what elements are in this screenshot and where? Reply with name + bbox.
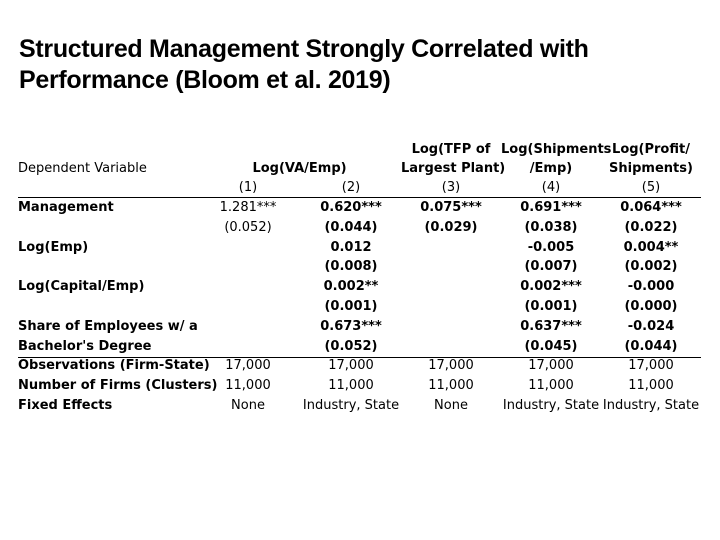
cell-col1: 11,000 (225, 378, 271, 394)
header-col5-line2: Shipments) (609, 161, 693, 176)
column-number-2: (2) (341, 180, 361, 195)
cell-col5: (0.044) (624, 338, 678, 354)
cell-col5: 0.004** (623, 239, 679, 255)
table-row: (0.001) (0.001) (0.000) (18, 297, 701, 317)
cell-col4: 0.637*** (520, 318, 582, 334)
cell-col5: (0.000) (624, 299, 678, 314)
table-row: Observations (Firm-State) 17,000 17,000 17,… (18, 356, 701, 376)
column-numbers-row: (1) (2) (3) (4) (5) (18, 178, 701, 198)
cell-col3: (0.029) (424, 219, 478, 235)
cell-col2: Industry, State (302, 398, 400, 413)
row-label: Fixed Effects (18, 398, 113, 413)
row-label: Log(Emp) (18, 239, 89, 255)
table-row: Log(Capital/Emp) 0.002** 0.002*** -0.000 (18, 277, 701, 297)
title-line-2: Performance (Bloom et al. 2019) (19, 66, 391, 94)
row-label: Observations (Firm-State) (18, 358, 210, 374)
cell-col4: -0.005 (527, 239, 575, 255)
cell-col2: 0.673*** (320, 318, 382, 334)
cell-col5: -0.024 (627, 318, 675, 334)
row-label: Management (18, 200, 114, 215)
cell-col1: None (231, 398, 265, 413)
cell-col3: 17,000 (428, 358, 474, 374)
cell-col2: 11,000 (328, 378, 374, 394)
row-label: Bachelor's Degree (18, 338, 152, 354)
header-row-1: Log(TFP of Log(Shipments Log(Profit/ (18, 140, 701, 160)
cell-col4: (0.045) (524, 338, 578, 354)
cell-col5: 11,000 (628, 378, 674, 394)
header-col3-line2: Largest Plant) (401, 161, 506, 176)
cell-col1: 1.281*** (219, 200, 277, 215)
dependent-variable-label: Dependent Variable (18, 161, 147, 176)
column-number-4: (4) (541, 180, 561, 195)
table-row: (0.052) (0.044) (0.029) (0.038) (0.022) (18, 218, 701, 238)
row-label: Share of Employees w/ a (18, 318, 198, 334)
column-number-1: (1) (238, 180, 258, 195)
cell-col5: -0.000 (627, 279, 675, 295)
table-row: Log(Emp) 0.012 -0.005 0.004** (18, 238, 701, 258)
cell-col4: (0.001) (524, 299, 578, 314)
cell-col2: (0.008) (324, 259, 378, 275)
cell-col5: 17,000 (628, 358, 674, 374)
table-row: Share of Employees w/ a 0.673*** 0.637*** -… (18, 317, 701, 337)
cell-col4: (0.007) (524, 259, 578, 275)
cell-col2: 0.012 (330, 239, 372, 255)
cell-col2: (0.044) (324, 219, 378, 235)
cell-col3: 11,000 (428, 378, 474, 394)
row-label: Log(Capital/Emp) (18, 279, 145, 295)
cell-col2: 0.002** (323, 279, 379, 295)
cell-col4: 11,000 (528, 378, 574, 394)
cell-col5: (0.002) (624, 259, 678, 275)
cell-col3: 0.075*** (420, 200, 482, 215)
column-number-5: (5) (641, 180, 661, 195)
title-line-1: Structured Management Strongly Correlate… (19, 35, 589, 63)
table-row: Management 1.281*** 0.620*** 0.075*** 0.691*… (18, 198, 701, 218)
cell-col4: (0.038) (524, 219, 578, 235)
header-row-2: Dependent Variable Log(VA/Emp) Largest P… (18, 159, 701, 179)
table-row: Number of Firms (Clusters) 11,000 11,000 11… (18, 376, 701, 396)
cell-col4: 0.002*** (520, 279, 582, 295)
cell-col2: (0.052) (324, 338, 378, 354)
header-col3-line1: Log(TFP of (411, 142, 491, 157)
cell-col4: 17,000 (528, 358, 574, 374)
table-row: Fixed Effects None Industry, State None Indu… (18, 396, 701, 416)
cell-col2: (0.001) (324, 299, 378, 314)
table-row: (0.008) (0.007) (0.002) (18, 257, 701, 277)
cell-col2: 17,000 (328, 358, 374, 374)
bottom-rule (18, 357, 701, 358)
header-col5-line1: Log(Profit/ (612, 142, 690, 157)
cell-col2: 0.620*** (320, 200, 382, 215)
table-row: Bachelor's Degree (0.052) (0.045) (0.044) (18, 337, 701, 357)
slide-title: Structured Management Strongly Correlate… (19, 34, 709, 96)
row-label: Number of Firms (Clusters) (18, 378, 218, 394)
cell-col3: None (434, 398, 468, 413)
cell-col5: Industry, State (602, 398, 700, 413)
cell-col1: (0.052) (224, 219, 272, 235)
cell-col4: Industry, State (502, 398, 600, 413)
header-col4-line2: /Emp) (529, 161, 573, 176)
header-col12: Log(VA/Emp) (252, 161, 347, 176)
header-col4-line1: Log(Shipments (501, 142, 612, 157)
cell-col1: 17,000 (225, 358, 271, 374)
cell-col4: 0.691*** (520, 200, 582, 215)
column-number-3: (3) (441, 180, 461, 195)
cell-col5: (0.022) (624, 219, 678, 235)
cell-col5: 0.064*** (620, 200, 682, 215)
